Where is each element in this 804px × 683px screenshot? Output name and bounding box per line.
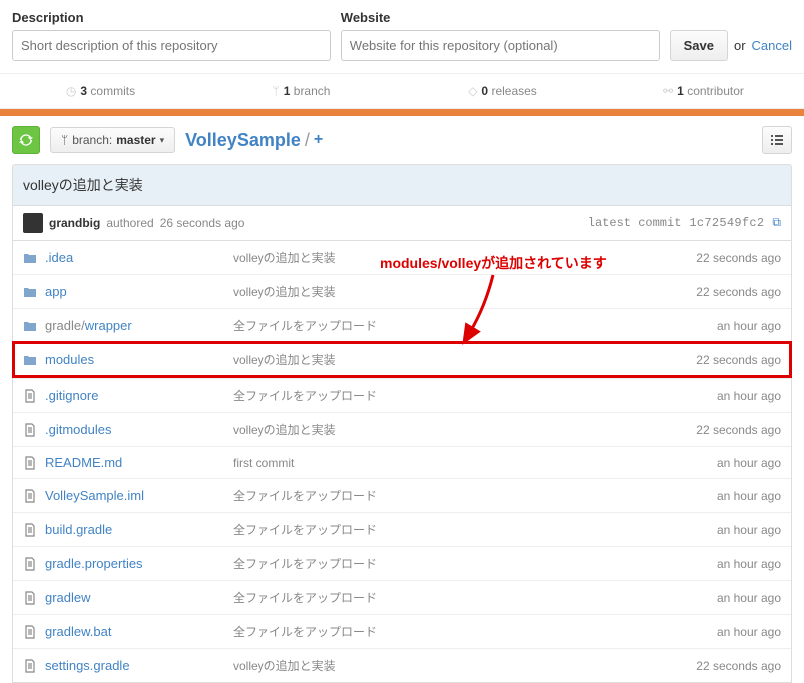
copy-sha-icon[interactable]: ⧉ — [772, 216, 781, 230]
table-row: app volleyの追加と実装22 seconds ago — [13, 274, 791, 308]
commit-msg[interactable]: 全ファイルをアップロード — [233, 555, 717, 572]
table-row: VolleySample.iml 全ファイルをアップロードan hour ago — [13, 478, 791, 512]
description-input[interactable] — [12, 30, 331, 61]
branch-icon: ᛘ — [273, 84, 280, 98]
breadcrumb: VolleySample / + — [185, 130, 323, 151]
file-link[interactable]: gradlew — [45, 590, 91, 605]
folder-icon — [23, 251, 37, 265]
file-link[interactable]: .idea — [45, 250, 73, 265]
table-row: .gitignore 全ファイルをアップロードan hour ago — [13, 378, 791, 412]
file-link[interactable]: app — [45, 284, 67, 299]
commit-msg[interactable]: 全ファイルをアップロード — [233, 487, 717, 504]
repo-nav: ᛘ branch: master ▾ VolleySample / + — [0, 116, 804, 164]
time-ago: an hour ago — [717, 523, 781, 537]
time-ago: an hour ago — [717, 557, 781, 571]
sync-icon — [19, 133, 33, 147]
commits-stat[interactable]: ◷3 commits — [0, 74, 201, 108]
commit-msg[interactable]: volleyの追加と実装 — [233, 657, 696, 674]
author-row: grandbig authored 26 seconds ago latest … — [12, 206, 792, 241]
file-icon — [23, 591, 37, 605]
table-row: modules volleyの追加と実装22 seconds ago — [12, 341, 792, 378]
commit-sha[interactable]: 1c72549fc2 — [689, 216, 764, 230]
file-link[interactable]: README.md — [45, 455, 122, 470]
branch-icon: ᛘ — [61, 133, 68, 147]
commit-msg[interactable]: 全ファイルをアップロード — [233, 623, 717, 640]
time-ago: 22 seconds ago — [696, 423, 781, 437]
or-text: or — [734, 38, 746, 53]
table-row: README.md first commitan hour ago — [13, 446, 791, 478]
file-icon — [23, 523, 37, 537]
commit-msg[interactable]: 全ファイルをアップロード — [233, 317, 717, 334]
commit-msg[interactable]: volleyの追加と実装 — [233, 351, 696, 368]
avatar — [23, 213, 43, 233]
folder-icon — [23, 285, 37, 299]
file-icon — [23, 625, 37, 639]
website-input[interactable] — [341, 30, 660, 61]
contributors-stat[interactable]: ⚯1 contributor — [603, 74, 804, 108]
time-ago: 22 seconds ago — [696, 353, 781, 367]
description-label: Description — [12, 10, 331, 25]
cancel-link[interactable]: Cancel — [752, 38, 792, 53]
author-name[interactable]: grandbig — [49, 216, 100, 230]
commit-msg[interactable]: volleyの追加と実装 — [233, 249, 696, 266]
repo-root-link[interactable]: VolleySample — [185, 130, 301, 151]
folder-icon — [23, 353, 37, 367]
compare-button[interactable] — [12, 126, 40, 154]
time-ago: an hour ago — [717, 389, 781, 403]
table-row: .gitmodules volleyの追加と実装22 seconds ago — [13, 412, 791, 446]
time-ago: 22 seconds ago — [696, 285, 781, 299]
file-link[interactable]: .gitmodules — [45, 422, 111, 437]
file-icon — [23, 456, 37, 470]
create-file-link[interactable]: + — [314, 131, 323, 149]
time-ago: an hour ago — [717, 319, 781, 333]
table-row: gradlew 全ファイルをアップロードan hour ago — [13, 580, 791, 614]
save-button[interactable]: Save — [670, 30, 728, 61]
branch-selector[interactable]: ᛘ branch: master ▾ — [50, 127, 175, 153]
commit-msg[interactable]: first commit — [233, 456, 717, 470]
website-label: Website — [341, 10, 660, 25]
commit-msg[interactable]: 全ファイルをアップロード — [233, 589, 717, 606]
stats-bar: ◷3 commits ᛘ1 branch ◇0 releases ⚯1 cont… — [0, 73, 804, 109]
latest-commit-message: volleyの追加と実装 — [12, 164, 792, 206]
time-ago: an hour ago — [717, 456, 781, 470]
file-table: .ideavolleyの追加と実装22 seconds agoappvolley… — [12, 241, 792, 683]
folder-icon — [23, 319, 37, 333]
time-ago: 22 seconds ago — [696, 659, 781, 673]
contributor-icon: ⚯ — [663, 84, 673, 98]
table-row: gradle/wrapper全ファイルをアップロードan hour ago — [13, 308, 791, 342]
file-link[interactable]: build.gradle — [45, 522, 112, 537]
time-ago: 22 seconds ago — [696, 251, 781, 265]
switch-view-button[interactable] — [762, 126, 792, 154]
chevron-down-icon: ▾ — [160, 135, 165, 146]
branches-stat[interactable]: ᛘ1 branch — [201, 74, 402, 108]
file-icon — [23, 389, 37, 403]
file-link[interactable]: VolleySample.iml — [45, 488, 144, 503]
table-row: gradle.properties 全ファイルをアップロードan hour ago — [13, 546, 791, 580]
file-link[interactable]: gradle.properties — [45, 556, 143, 571]
file-link[interactable]: modules — [45, 352, 94, 367]
file-icon — [23, 659, 37, 673]
file-icon — [23, 557, 37, 571]
releases-stat[interactable]: ◇0 releases — [402, 74, 603, 108]
file-icon — [23, 489, 37, 503]
table-row: settings.gradlevolleyの追加と実装22 seconds ag… — [13, 648, 791, 682]
tag-icon: ◇ — [468, 84, 477, 98]
repo-meta-form: Description Website Save or Cancel — [0, 0, 804, 73]
time-ago: an hour ago — [717, 625, 781, 639]
file-link[interactable]: .gitignore — [45, 388, 98, 403]
language-bar — [0, 109, 804, 116]
commits-icon: ◷ — [66, 84, 76, 98]
commit-msg[interactable]: volleyの追加と実装 — [233, 421, 696, 438]
commit-msg[interactable]: volleyの追加と実装 — [233, 283, 696, 300]
commit-msg[interactable]: 全ファイルをアップロード — [233, 387, 717, 404]
time-ago: an hour ago — [717, 591, 781, 605]
table-row: gradlew.bat 全ファイルをアップロードan hour ago — [13, 614, 791, 648]
list-icon — [771, 134, 783, 146]
table-row: build.gradle 全ファイルをアップロードan hour ago — [13, 512, 791, 546]
file-link[interactable]: gradlew.bat — [45, 624, 112, 639]
file-icon — [23, 423, 37, 437]
table-row: .idea volleyの追加と実装22 seconds ago — [13, 241, 791, 274]
commit-msg[interactable]: 全ファイルをアップロード — [233, 521, 717, 538]
time-ago: an hour ago — [717, 489, 781, 503]
